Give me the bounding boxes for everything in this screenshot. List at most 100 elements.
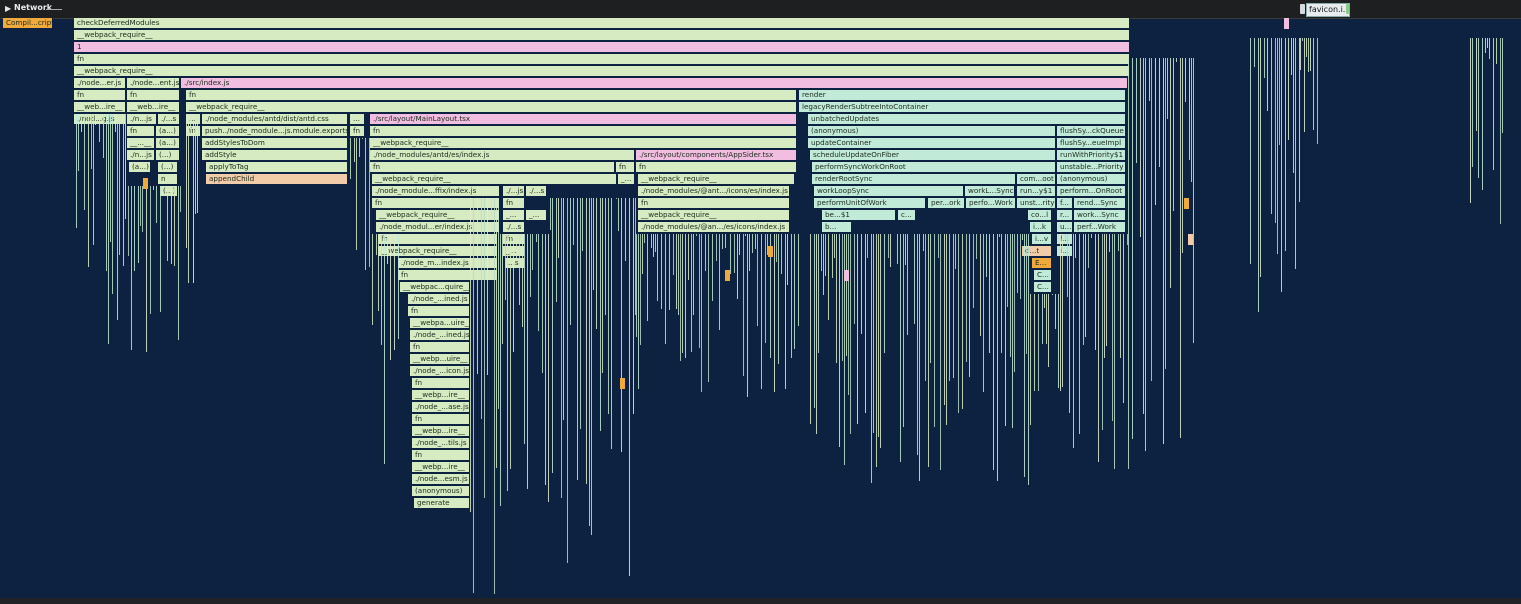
call-stack-sliver[interactable] <box>1085 234 1086 337</box>
flame-frame[interactable]: ./node_m...index.js <box>398 258 498 269</box>
call-stack-sliver[interactable] <box>76 114 77 228</box>
call-stack-sliver[interactable] <box>1065 234 1066 240</box>
flame-frame[interactable]: ./node...er.js <box>74 78 126 89</box>
call-stack-sliver[interactable] <box>958 234 959 413</box>
highlighted-frame[interactable] <box>725 270 730 281</box>
call-stack-sliver[interactable] <box>825 234 826 276</box>
call-stack-sliver[interactable] <box>1317 38 1318 144</box>
flame-frame[interactable]: 1 <box>74 42 1130 53</box>
call-stack-sliver[interactable] <box>1046 294 1047 344</box>
call-stack-sliver[interactable] <box>496 198 497 468</box>
call-stack-sliver[interactable] <box>1163 58 1164 444</box>
call-stack-sliver[interactable] <box>180 186 181 212</box>
flame-frame[interactable]: flushSy...ckQueue <box>1057 126 1126 137</box>
flame-frame[interactable]: __web...ire__ <box>74 102 126 113</box>
call-stack-sliver[interactable] <box>195 114 196 214</box>
call-stack-sliver[interactable] <box>1185 58 1186 102</box>
call-stack-sliver[interactable] <box>844 234 845 465</box>
call-stack-sliver[interactable] <box>1271 38 1272 214</box>
call-stack-sliver[interactable] <box>890 234 891 267</box>
call-stack-sliver[interactable] <box>791 234 792 358</box>
flame-frame[interactable]: unst...rity <box>1017 198 1056 209</box>
flame-frame[interactable]: work...Sync <box>1074 210 1126 221</box>
flame-frame[interactable]: __webp...ire__ <box>412 426 470 437</box>
flame-frame[interactable]: E... <box>1032 258 1052 269</box>
call-stack-sliver[interactable] <box>669 234 670 310</box>
flame-frame[interactable]: addStylesToDom <box>202 138 348 149</box>
call-stack-sliver[interactable] <box>919 234 920 481</box>
flame-frame[interactable]: fn <box>412 378 470 389</box>
call-stack-sliver[interactable] <box>548 234 549 502</box>
call-stack-sliver[interactable] <box>673 234 674 275</box>
flame-frame[interactable]: ./node_modules/antd/es/index.js <box>370 150 635 161</box>
flame-frame[interactable]: push../node_module...js.module.exports <box>202 126 348 137</box>
flame-frame[interactable]: __webpack_require__ <box>638 210 790 221</box>
flame-frame[interactable]: b... <box>822 222 852 233</box>
flame-frame[interactable]: fn <box>74 54 1130 65</box>
call-stack-sliver[interactable] <box>955 234 956 269</box>
call-stack-sliver[interactable] <box>907 234 908 335</box>
call-stack-sliver[interactable] <box>676 234 677 309</box>
call-stack-sliver[interactable] <box>743 234 744 376</box>
call-stack-sliver[interactable] <box>519 234 520 305</box>
call-stack-sliver[interactable] <box>993 234 994 470</box>
call-stack-sliver[interactable] <box>146 186 147 352</box>
call-stack-sliver[interactable] <box>117 114 118 320</box>
call-stack-sliver[interactable] <box>1173 58 1174 211</box>
call-stack-sliver[interactable] <box>888 234 889 258</box>
call-stack-sliver[interactable] <box>1109 234 1110 252</box>
call-stack-sliver[interactable] <box>725 234 726 248</box>
call-stack-sliver[interactable] <box>642 234 643 274</box>
call-stack-sliver[interactable] <box>1291 38 1292 75</box>
call-stack-sliver[interactable] <box>106 114 107 271</box>
call-stack-sliver[interactable] <box>1293 38 1294 173</box>
flame-frame[interactable]: u... <box>1057 222 1073 233</box>
flame-frame[interactable]: __webpack_require__ <box>74 30 1130 41</box>
flame-frame[interactable]: __webpac...quire__ <box>400 282 470 293</box>
call-stack-sliver[interactable] <box>376 234 377 255</box>
call-stack-sliver[interactable] <box>818 234 819 353</box>
flame-frame[interactable]: legacyRenderSubtreeIntoContainer <box>799 102 1126 113</box>
scrollbar-track[interactable] <box>0 598 1521 604</box>
call-stack-sliver[interactable] <box>365 138 366 270</box>
call-stack-sliver[interactable] <box>1502 38 1503 133</box>
call-stack-sliver[interactable] <box>500 234 501 506</box>
call-stack-sliver[interactable] <box>605 198 606 315</box>
call-stack-sliver[interactable] <box>776 234 777 262</box>
flame-frame[interactable]: ./node_modules/@an.../es/icons/index.js <box>638 222 790 233</box>
flame-frame[interactable]: fn <box>370 162 615 173</box>
flame-frame[interactable]: render <box>799 90 1126 101</box>
call-stack-sliver[interactable] <box>1485 38 1486 53</box>
call-stack-sliver[interactable] <box>1058 294 1059 388</box>
flame-frame[interactable]: performSyncWorkOnRoot <box>812 162 1056 173</box>
flame-frame[interactable]: __...__ <box>127 138 155 149</box>
call-stack-sliver[interactable] <box>142 186 143 232</box>
call-stack-sliver[interactable] <box>600 198 601 431</box>
flame-frame[interactable]: ./node...ent.js <box>127 78 180 89</box>
call-stack-sliver[interactable] <box>507 234 508 491</box>
call-stack-sliver[interactable] <box>1091 234 1092 238</box>
call-stack-sliver[interactable] <box>1149 58 1150 101</box>
flame-frame[interactable]: addStyle <box>202 150 348 161</box>
call-stack-sliver[interactable] <box>880 234 881 448</box>
call-stack-sliver[interactable] <box>651 234 652 248</box>
call-stack-sliver[interactable] <box>487 198 488 375</box>
highlighted-frame[interactable] <box>143 178 148 189</box>
call-stack-sliver[interactable] <box>558 198 559 258</box>
flame-frame[interactable]: unbatchedUpdates <box>808 114 1126 125</box>
call-stack-sliver[interactable] <box>567 198 568 563</box>
call-stack-sliver[interactable] <box>878 234 879 437</box>
call-stack-sliver[interactable] <box>905 234 906 265</box>
call-stack-sliver[interactable] <box>573 198 574 245</box>
call-stack-sliver[interactable] <box>983 234 984 392</box>
call-stack-sliver[interactable] <box>586 198 587 484</box>
flame-frame[interactable]: c... <box>898 210 916 221</box>
call-stack-sliver[interactable] <box>865 234 866 413</box>
call-stack-sliver[interactable] <box>1482 38 1483 190</box>
flame-frame[interactable]: __webp...ire__ <box>412 462 470 473</box>
flame-frame[interactable]: perf...Work <box>1074 222 1126 233</box>
flame-frame[interactable]: __web...ire__ <box>127 102 180 113</box>
call-stack-sliver[interactable] <box>785 234 786 389</box>
call-stack-sliver[interactable] <box>1001 234 1002 353</box>
call-stack-sliver[interactable] <box>836 234 837 363</box>
